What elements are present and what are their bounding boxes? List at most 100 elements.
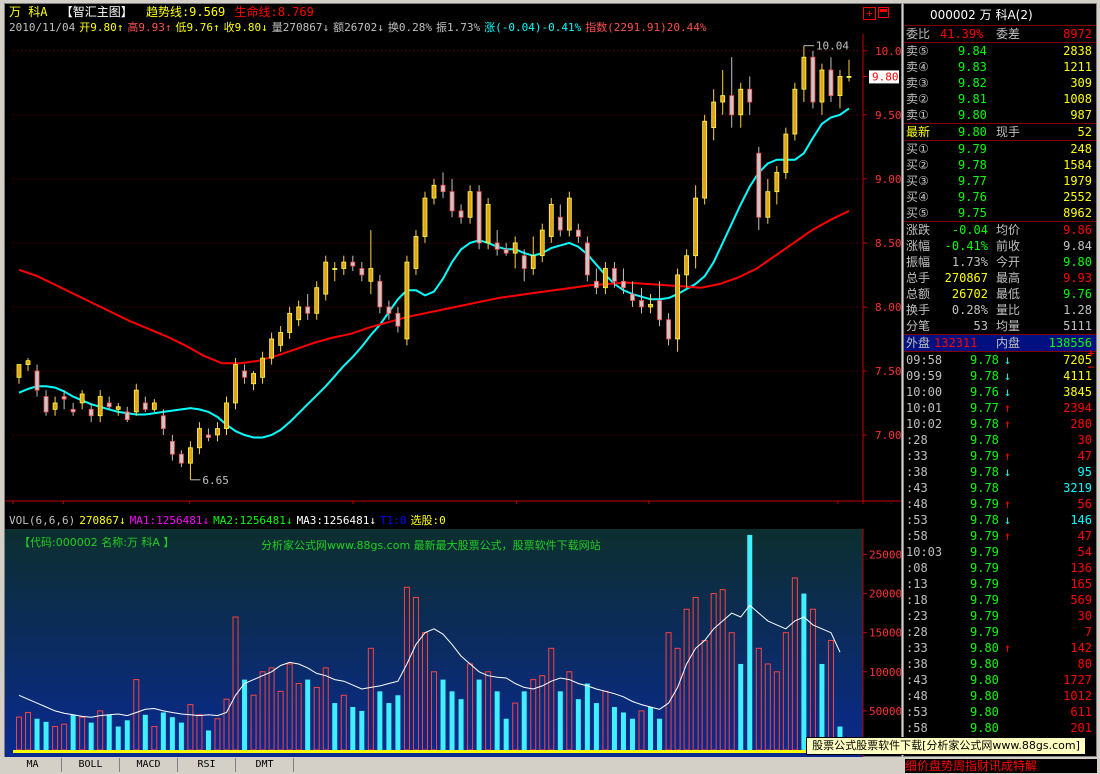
- stat-row[interactable]: 振幅 1.73% 今开 9.80: [904, 254, 1096, 270]
- candle-body: [70, 408, 76, 413]
- tick-row[interactable]: :33 9.80 ↑ 142: [904, 640, 1096, 656]
- tick-row[interactable]: 10:01 9.77 ↑ 2394: [904, 400, 1096, 416]
- volume-bar: [377, 691, 383, 750]
- tick-row[interactable]: :48 9.79 ↑ 56: [904, 496, 1096, 512]
- tick-row[interactable]: :38 9.80 80: [904, 656, 1096, 672]
- tick-row[interactable]: 10:00 9.76 ↓ 3845: [904, 384, 1096, 400]
- tab-ma[interactable]: MA: [4, 758, 62, 772]
- stat-label: 涨跌: [906, 223, 931, 237]
- ask-row[interactable]: 卖⑤ 9.84 2838: [904, 43, 1096, 59]
- stat-row[interactable]: 总额 26702 最低 9.76: [904, 286, 1096, 302]
- ask-row[interactable]: 卖③ 9.82 309: [904, 75, 1096, 91]
- bid-row[interactable]: 买② 9.78 1584: [904, 157, 1096, 173]
- chart-area[interactable]: 万 科A 【智汇主图】 趋势线:9.569 生命线:8.769 2010/11/…: [4, 3, 902, 757]
- outer-inner-row[interactable]: 外盘 132311 内盘 138556: [904, 335, 1096, 351]
- ask-row[interactable]: 卖② 9.81 1008: [904, 91, 1096, 107]
- volume-bar: [169, 717, 175, 750]
- tick-row[interactable]: :13 9.79 165: [904, 576, 1096, 592]
- candle-body: [242, 370, 247, 378]
- stat-row[interactable]: 涨跌 -0.04 均价 9.86: [904, 222, 1096, 238]
- plus-icon[interactable]: +: [863, 7, 876, 20]
- tick-row[interactable]: :58 9.79 ↑ 47: [904, 528, 1096, 544]
- candle-body: [314, 287, 320, 314]
- tab-rsi[interactable]: RSI: [178, 758, 236, 772]
- candle-body: [368, 268, 374, 282]
- tick-row[interactable]: 09:59 9.78 ↓ 4111: [904, 368, 1096, 384]
- stock-header-row[interactable]: 000002 万 科A(2): [904, 7, 1096, 23]
- last-price: 9.80: [958, 125, 987, 139]
- quote-item: 涨(-0.04)-0.41%: [484, 21, 582, 34]
- tick-row[interactable]: 09:58 9.78 ↓ 7205: [904, 352, 1096, 368]
- tick-price: 9.78: [970, 433, 999, 447]
- outer-value: 132311: [934, 336, 978, 350]
- candle: [160, 409, 166, 435]
- tick-row[interactable]: :33 9.79 ↑ 47: [904, 448, 1096, 464]
- bid-row[interactable]: 买① 9.79 248: [904, 141, 1096, 157]
- volume-bar: [575, 699, 581, 750]
- tick-row[interactable]: :38 9.78 ↓ 95: [904, 464, 1096, 480]
- tick-row[interactable]: :53 9.78 ↓ 146: [904, 512, 1096, 528]
- candle-body: [115, 406, 121, 410]
- tick-row[interactable]: 10:03 9.79 54: [904, 544, 1096, 560]
- ask-row[interactable]: 卖④ 9.83 1211: [904, 59, 1096, 75]
- candle: [386, 300, 392, 320]
- candle: [566, 191, 572, 237]
- tick-row[interactable]: :28 9.79 7: [904, 624, 1096, 640]
- stat-row[interactable]: 换手 0.28% 量比 1.28: [904, 302, 1096, 318]
- news-ticker[interactable]: 细价盘势周指财讯成特解: [905, 759, 1097, 773]
- candle: [34, 364, 40, 397]
- bid-row[interactable]: 买③ 9.77 1979: [904, 173, 1096, 189]
- tick-time: 10:02: [906, 417, 943, 431]
- tab-dmt[interactable]: DMT: [236, 758, 294, 772]
- candle-body: [666, 319, 671, 340]
- bid-row[interactable]: 买⑤ 9.75 8962: [904, 205, 1096, 221]
- weibi-row[interactable]: 委比 41.39% 委差 8972: [904, 26, 1096, 42]
- volume-header-item: MA3:1256481↓: [296, 514, 377, 527]
- candle: [458, 204, 464, 224]
- tick-row[interactable]: :08 9.79 136: [904, 560, 1096, 576]
- bid-volume: 1584: [1063, 158, 1092, 172]
- candle: [837, 70, 843, 109]
- tick-price: 9.76: [970, 385, 999, 399]
- expand-icon[interactable]: +: [1086, 347, 1096, 359]
- ad-banner[interactable]: 股票公式股票软件下载[分析家公式网www.88gs.com]: [806, 737, 1086, 755]
- tick-price: 9.79: [970, 529, 999, 543]
- ask-row[interactable]: 卖① 9.80 987: [904, 107, 1096, 123]
- candle-body: [422, 197, 428, 237]
- candle: [575, 223, 581, 243]
- tick-scrollbar[interactable]: + −: [1086, 347, 1096, 752]
- tick-time: :43: [906, 673, 928, 687]
- last-price-row[interactable]: 最新 9.80 现手 52: [904, 124, 1096, 140]
- candle: [395, 306, 401, 333]
- stat-row[interactable]: 总手 270867 最高 9.93: [904, 270, 1096, 286]
- collapse-icon[interactable]: −: [1086, 361, 1096, 373]
- tick-row[interactable]: :28 9.78 30: [904, 432, 1096, 448]
- tab-macd[interactable]: MACD: [120, 758, 178, 772]
- candle: [215, 422, 220, 442]
- ask-label: 卖②: [906, 92, 929, 106]
- tick-row[interactable]: :53 9.80 611: [904, 704, 1096, 720]
- formula-name[interactable]: 【智汇主图】: [61, 5, 133, 19]
- stat-value: 5111: [1063, 319, 1092, 333]
- volume-chart[interactable]: 250000 200000 150000 100000 50000: [5, 529, 901, 757]
- tick-row[interactable]: :48 9.80 1012: [904, 688, 1096, 704]
- stat-row[interactable]: 涨幅 -0.41% 前收 9.84: [904, 238, 1096, 254]
- tick-row[interactable]: :23 9.79 30: [904, 608, 1096, 624]
- date-tick-label: 06: [65, 503, 78, 504]
- tick-row[interactable]: :43 9.80 1727: [904, 672, 1096, 688]
- quote-item: 收9.80↓: [223, 21, 268, 34]
- ask-price: 9.81: [958, 92, 987, 106]
- tick-row[interactable]: :18 9.79 569: [904, 592, 1096, 608]
- stat-value: 9.86: [1063, 223, 1092, 237]
- bid-row[interactable]: 买④ 9.76 2552: [904, 189, 1096, 205]
- price-chart[interactable]: 10.00 9.50 9.00 8.50 8.00 7.50 7.00 2010 06 07 08 0…: [5, 34, 901, 504]
- window-icon[interactable]: [878, 7, 889, 18]
- stock-name: 万 科A: [9, 5, 48, 19]
- tick-row[interactable]: 10:02 9.78 ↑ 280: [904, 416, 1096, 432]
- tick-row[interactable]: :43 9.78 3219: [904, 480, 1096, 496]
- tick-price: 9.79: [970, 449, 999, 463]
- stat-row[interactable]: 分笔 53 均量 5111: [904, 318, 1096, 334]
- tick-row[interactable]: :58 9.80 201: [904, 720, 1096, 736]
- candle-body: [810, 56, 816, 103]
- tab-boll[interactable]: BOLL: [62, 758, 120, 772]
